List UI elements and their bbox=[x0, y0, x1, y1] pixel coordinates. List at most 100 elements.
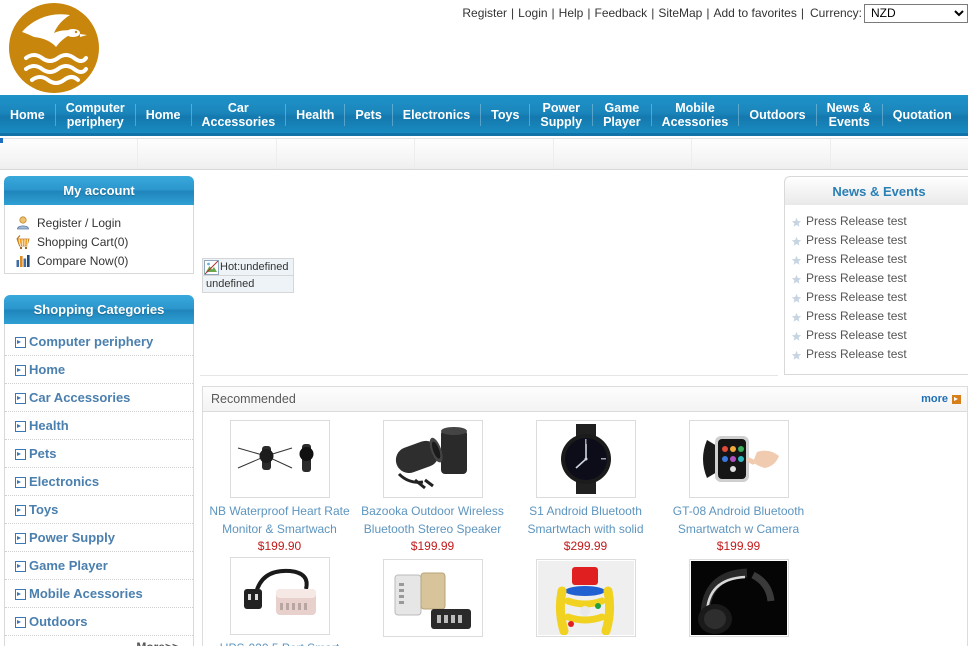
product-name[interactable]: NB Waterproof Heart Rate Monitor & Smart… bbox=[207, 502, 353, 538]
product-card[interactable]: UPS-020 5 Port Smart USB Charger $79.99 bbox=[203, 553, 356, 646]
nav-item-health[interactable]: Health bbox=[286, 108, 344, 122]
recommended-more-link[interactable]: more bbox=[921, 393, 961, 405]
login-link[interactable]: Login bbox=[518, 6, 547, 20]
news-item[interactable]: Press Release test bbox=[791, 268, 968, 287]
arrow-bullet-icon bbox=[15, 477, 26, 488]
cart-icon bbox=[15, 234, 33, 250]
category-item-toys[interactable]: Toys bbox=[5, 496, 193, 524]
product-name[interactable]: UPS-020 5 Port Smart USB Charger bbox=[207, 639, 353, 646]
link-separator: | bbox=[800, 6, 804, 20]
category-item-car-accessories[interactable]: Car Accessories bbox=[5, 384, 193, 412]
news-item[interactable]: Press Release test bbox=[791, 325, 968, 344]
nav-item-game-player[interactable]: Game Player bbox=[593, 101, 651, 129]
category-item-outdoors[interactable]: Outdoors bbox=[5, 608, 193, 636]
my-account-title: My account bbox=[4, 176, 194, 205]
nav-item-pets[interactable]: Pets bbox=[345, 108, 391, 122]
category-item-electronics[interactable]: Electronics bbox=[5, 468, 193, 496]
star-icon bbox=[791, 329, 802, 341]
news-events-body: Press Release test Press Release test Pr… bbox=[784, 205, 968, 375]
nav-item-news-events[interactable]: News & Events bbox=[817, 101, 882, 129]
product-image[interactable] bbox=[382, 559, 483, 637]
star-icon bbox=[791, 291, 802, 303]
nav-item-electronics[interactable]: Electronics bbox=[393, 108, 480, 122]
category-label: Computer periphery bbox=[29, 334, 154, 349]
site-logo[interactable] bbox=[8, 2, 100, 94]
nav-item-computer-periphery[interactable]: Computer periphery bbox=[56, 101, 135, 129]
arrow-right-icon bbox=[952, 394, 961, 404]
arrow-bullet-icon bbox=[15, 505, 26, 516]
news-item[interactable]: Press Release test bbox=[791, 344, 968, 363]
nav-item-quotation[interactable]: Quotation bbox=[883, 108, 962, 122]
nav-item-mobile-acessories[interactable]: Mobile Acessories bbox=[652, 101, 739, 129]
product-name[interactable]: S1 Android Bluetooth Smartwtach with sol… bbox=[513, 502, 659, 538]
nav-item-home-2[interactable]: Home bbox=[136, 108, 191, 122]
subbar-cell bbox=[138, 139, 277, 169]
category-item-power-supply[interactable]: Power Supply bbox=[5, 524, 193, 552]
nav-item-car-accessories[interactable]: Car Accessories bbox=[192, 101, 286, 129]
add-to-favorites-link[interactable]: Add to favorites bbox=[713, 6, 796, 20]
recommended-title: Recommended bbox=[211, 392, 296, 406]
news-item-label: Press Release test bbox=[806, 232, 907, 247]
account-item-shopping-cart[interactable]: Shopping Cart(0) bbox=[15, 232, 193, 251]
category-label: Electronics bbox=[29, 474, 100, 489]
main-navigation: Home Computer periphery Home Car Accesso… bbox=[0, 95, 968, 135]
category-item-health[interactable]: Health bbox=[5, 412, 193, 440]
nav-item-toys[interactable]: Toys bbox=[481, 108, 529, 122]
sub-navigation-bar bbox=[0, 138, 968, 170]
chart-icon bbox=[15, 253, 33, 269]
link-separator: | bbox=[587, 6, 591, 20]
nav-item-power-supply[interactable]: Power Supply bbox=[530, 101, 592, 129]
feedback-link[interactable]: Feedback bbox=[594, 6, 647, 20]
news-item[interactable]: Press Release test bbox=[791, 306, 968, 325]
top-utility-links: Register | Login | Help | Feedback | Sit… bbox=[462, 3, 968, 23]
news-item[interactable]: Press Release test bbox=[791, 249, 968, 268]
account-item-label: Shopping Cart(0) bbox=[37, 234, 129, 249]
product-card[interactable]: S1 Android Bluetooth Smartwtach with sol… bbox=[509, 416, 662, 553]
product-image[interactable] bbox=[535, 559, 636, 637]
news-item[interactable]: Press Release test bbox=[791, 287, 968, 306]
category-item-home[interactable]: Home bbox=[5, 356, 193, 384]
product-price: $199.99 bbox=[410, 539, 455, 553]
category-item-game-player[interactable]: Game Player bbox=[5, 552, 193, 580]
product-card[interactable] bbox=[509, 555, 662, 646]
star-icon bbox=[791, 348, 802, 360]
product-image[interactable] bbox=[535, 420, 636, 498]
product-image[interactable] bbox=[382, 420, 483, 498]
subbar-cell bbox=[415, 139, 554, 169]
product-image[interactable] bbox=[688, 559, 789, 637]
category-item-pets[interactable]: Pets bbox=[5, 440, 193, 468]
link-separator: | bbox=[551, 6, 555, 20]
sitemap-link[interactable]: SiteMap bbox=[658, 6, 702, 20]
category-label: Home bbox=[29, 362, 66, 377]
product-image[interactable] bbox=[229, 557, 330, 635]
category-label: Outdoors bbox=[29, 614, 88, 629]
category-item-mobile-acessories[interactable]: Mobile Acessories bbox=[5, 580, 193, 608]
news-item[interactable]: Press Release test bbox=[791, 211, 968, 230]
product-name[interactable]: GT-08 Android Bluetooth Smartwatch w Cam… bbox=[666, 502, 812, 538]
star-icon bbox=[791, 253, 802, 265]
category-item-computer-periphery[interactable]: Computer periphery bbox=[5, 328, 193, 356]
hot-banner-area: Hot:undefined undefined bbox=[200, 176, 778, 376]
product-image[interactable] bbox=[688, 420, 789, 498]
currency-select[interactable]: NZD USD AUD EUR GBP bbox=[864, 3, 968, 23]
help-link[interactable]: Help bbox=[559, 6, 584, 20]
product-card[interactable]: Bazooka Outdoor Wireless Bluetooth Stere… bbox=[356, 416, 509, 553]
currency-label: Currency: bbox=[809, 6, 862, 20]
product-card[interactable]: GT-08 Android Bluetooth Smartwatch w Cam… bbox=[662, 416, 815, 553]
product-image[interactable] bbox=[229, 420, 330, 498]
register-link[interactable]: Register bbox=[462, 6, 507, 20]
account-item-compare-now[interactable]: Compare Now(0) bbox=[15, 251, 193, 270]
categories-more-link[interactable]: More>> bbox=[5, 636, 193, 646]
hot-banner-broken-image[interactable]: Hot:undefined bbox=[202, 258, 294, 276]
product-card[interactable] bbox=[662, 555, 815, 646]
nav-item-outdoors[interactable]: Outdoors bbox=[739, 108, 815, 122]
shopping-categories-panel: Shopping Categories Computer periphery H… bbox=[4, 295, 194, 646]
nav-item-home[interactable]: Home bbox=[0, 108, 55, 122]
star-icon bbox=[791, 310, 802, 322]
product-price: $299.99 bbox=[563, 539, 608, 553]
product-card[interactable] bbox=[356, 555, 509, 646]
product-card[interactable]: NB Waterproof Heart Rate Monitor & Smart… bbox=[203, 416, 356, 553]
news-item[interactable]: Press Release test bbox=[791, 230, 968, 249]
account-item-register-login[interactable]: Register / Login bbox=[15, 213, 193, 232]
product-name[interactable]: Bazooka Outdoor Wireless Bluetooth Stere… bbox=[360, 502, 506, 538]
